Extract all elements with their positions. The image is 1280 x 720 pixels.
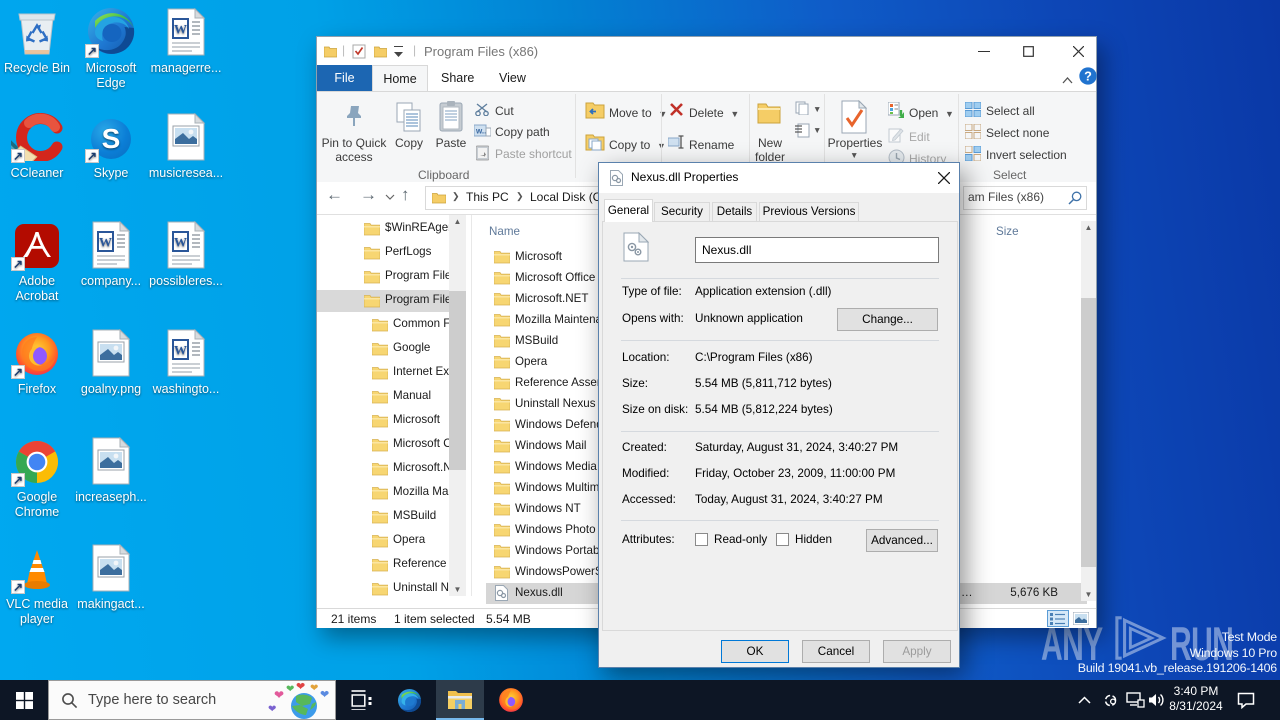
svg-text:❤: ❤ bbox=[310, 683, 318, 694]
svg-text:❤: ❤ bbox=[320, 689, 329, 701]
svg-text:w..: w.. bbox=[475, 127, 486, 136]
svg-text:W: W bbox=[99, 235, 112, 250]
svg-text:❤: ❤ bbox=[286, 684, 294, 695]
svg-text:?: ? bbox=[1084, 70, 1092, 84]
svg-text:❤: ❤ bbox=[268, 704, 276, 715]
svg-text:S: S bbox=[102, 123, 121, 154]
svg-text:❤: ❤ bbox=[274, 688, 284, 702]
svg-text:W: W bbox=[174, 343, 187, 358]
svg-text:W: W bbox=[174, 235, 187, 250]
svg-text:❤: ❤ bbox=[296, 682, 305, 693]
svg-text:W: W bbox=[174, 22, 187, 37]
